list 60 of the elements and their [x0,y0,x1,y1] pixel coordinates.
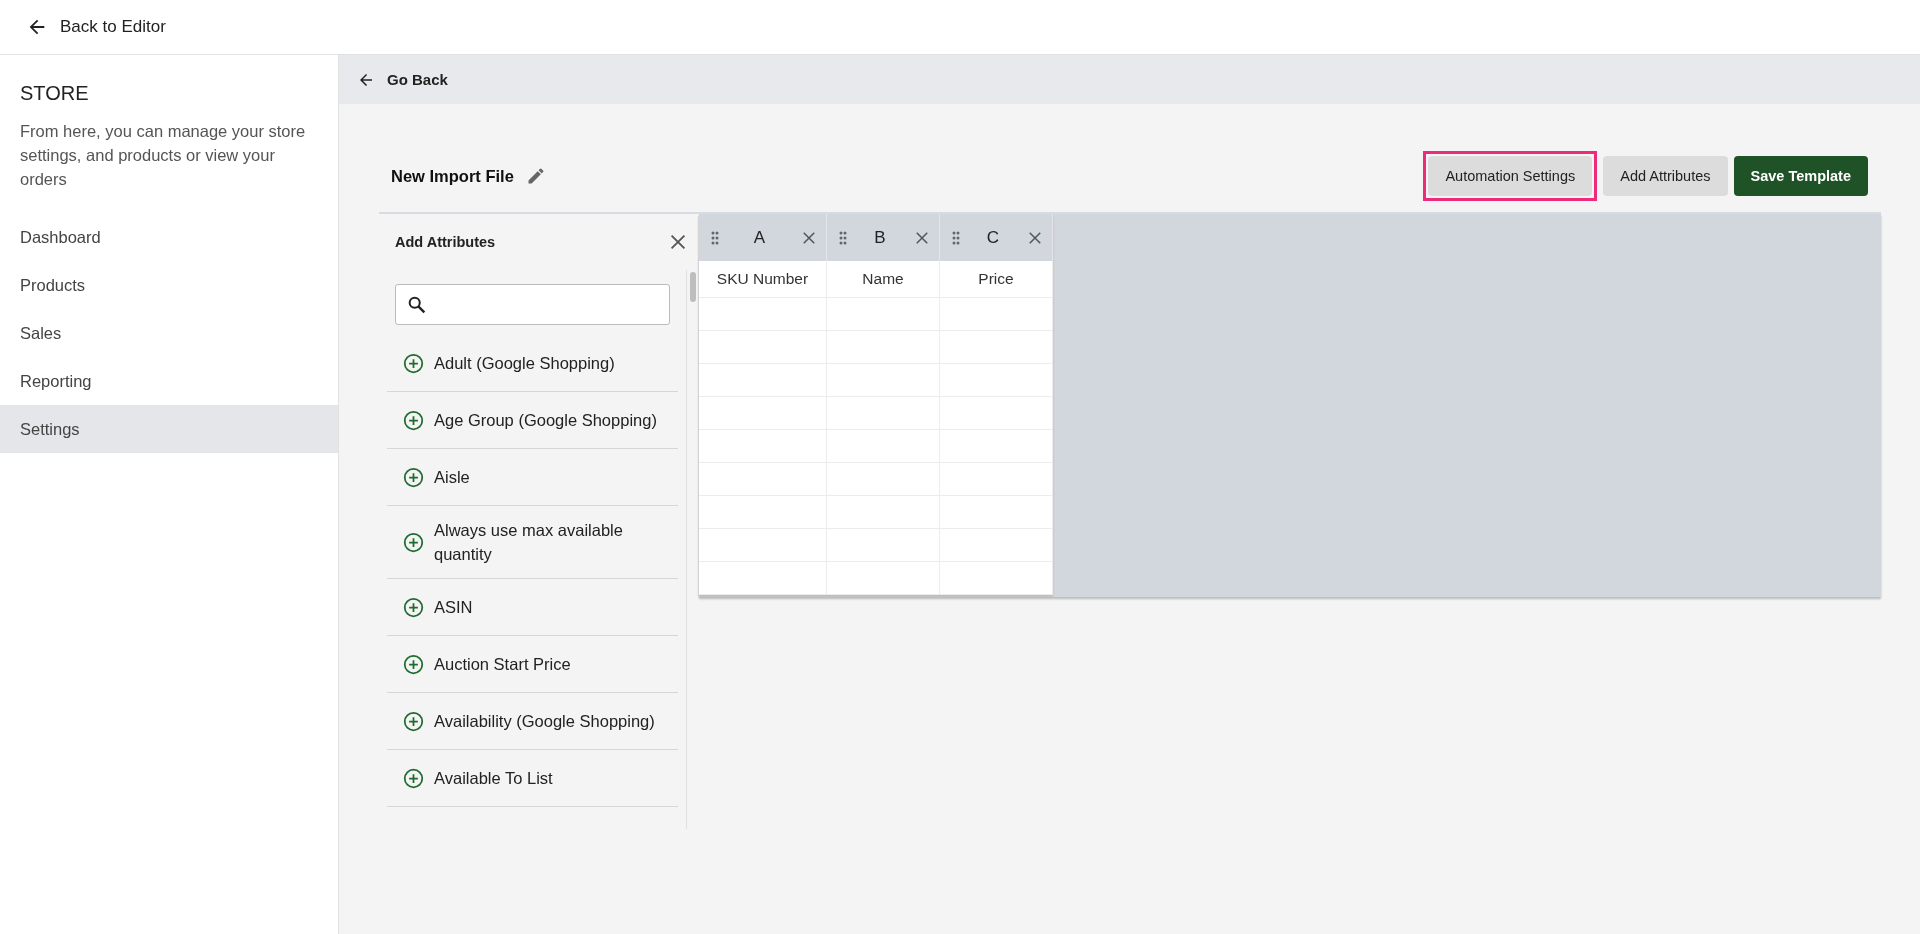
table-cell[interactable] [940,463,1053,496]
table-header-cell: Price [940,261,1053,298]
sidebar-item[interactable]: Dashboard [0,213,338,261]
attribute-item[interactable]: Always use max available quantity [387,506,678,579]
table-cell[interactable] [699,298,827,331]
table-cell[interactable] [940,496,1053,529]
attribute-item[interactable]: Aisle [387,449,678,506]
attribute-item[interactable]: Age Group (Google Shopping) [387,392,678,449]
table-cell[interactable] [940,397,1053,430]
attribute-item[interactable]: Adult (Google Shopping) [387,335,678,392]
table-cell[interactable] [699,562,827,595]
table-cell[interactable] [940,529,1053,562]
column-letter: C [986,227,1000,248]
table-cell[interactable] [699,430,827,463]
table-cell[interactable] [699,529,827,562]
table-cell[interactable] [699,496,827,529]
toolbar-button[interactable]: Save Template [1733,156,1868,196]
drag-handle-icon[interactable] [711,230,719,245]
file-title: New Import File [391,166,514,186]
toolbar-button[interactable]: Automation Settings [1428,156,1593,196]
scrollbar-thumb[interactable] [690,272,696,302]
plus-circle-icon [403,352,424,374]
plus-circle-icon [403,596,424,618]
table-cell[interactable] [699,331,827,364]
plus-circle-icon [403,531,424,553]
sidebar-item[interactable]: Products [0,261,338,309]
table-cell[interactable] [940,331,1053,364]
table-header-cell: SKU Number [699,261,827,298]
sidebar-item[interactable]: Settings [0,405,338,453]
attribute-item[interactable]: Available To List [387,750,678,807]
drag-handle-icon[interactable] [952,230,960,245]
plus-circle-icon [403,710,424,732]
drag-handle-icon[interactable] [839,230,847,245]
attribute-item[interactable]: ASIN [387,579,678,636]
back-link[interactable]: Back to Editor [26,16,166,38]
plus-circle-icon [403,466,424,488]
table-cell[interactable] [940,298,1053,331]
plus-circle-icon [403,409,424,431]
table-header-cell: Name [827,261,940,298]
table-cell[interactable] [827,562,940,595]
plus-circle-icon [403,653,424,675]
search-field[interactable] [395,284,670,325]
table-cell[interactable] [699,364,827,397]
panel-title: Add Attributes [395,234,496,250]
sidebar-item[interactable]: Sales [0,309,338,357]
column-letter: A [753,227,766,248]
table-cell[interactable] [940,364,1053,397]
plus-circle-icon [403,767,424,789]
column-letter: B [874,227,886,248]
sidebar-item[interactable]: Reporting [0,357,338,405]
table-cell[interactable] [940,430,1053,463]
toolbar-button[interactable]: Add Attributes [1603,156,1728,196]
sidebar-description: From here, you can manage your store settings, and products or view your orders [19,121,307,190]
table-cell[interactable] [940,562,1053,595]
back-link[interactable]: Go Back [357,70,448,89]
sidebar-title: STORE [19,81,90,105]
attribute-item[interactable]: Auction Start Price [387,636,678,693]
attribute-item[interactable]: Availability (Google Shopping) [387,693,678,750]
table-cell[interactable] [699,397,827,430]
table-cell[interactable] [699,463,827,496]
